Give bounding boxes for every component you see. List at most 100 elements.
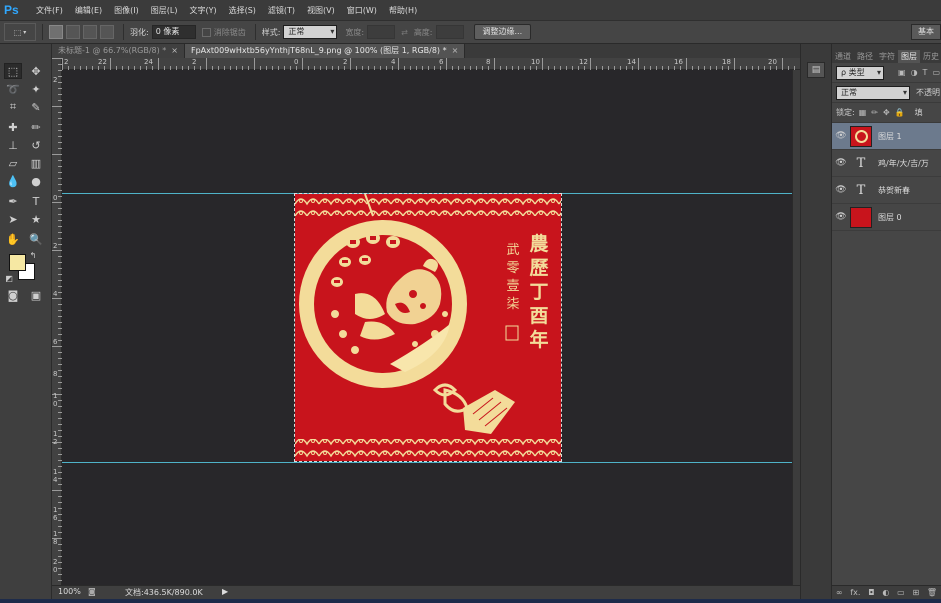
ruler-label: 8 bbox=[53, 370, 58, 378]
antialias-checkbox[interactable] bbox=[201, 27, 211, 37]
pen-tool-icon[interactable]: ✒ bbox=[4, 193, 22, 209]
ruler-label: 2 bbox=[53, 438, 58, 446]
filter-image-icon[interactable]: ▣ bbox=[898, 68, 906, 77]
artwork-side-char: 武 bbox=[506, 243, 519, 258]
history-brush-tool-icon[interactable]: ↺ bbox=[27, 137, 45, 153]
layer-row-text1[interactable]: 👁 T 鸡/年/大/吉/万 bbox=[832, 150, 941, 177]
move-tool-icon[interactable]: ✥ bbox=[27, 63, 45, 79]
new-group-icon[interactable]: ▭ bbox=[897, 588, 905, 597]
doc-tab-untitled[interactable]: 未标题-1 @ 66.7%(RGB/8) * × bbox=[52, 44, 185, 58]
horizontal-ruler[interactable]: 2 0 2 4 6 8 10 12 14 16 18 20 22 24 2 bbox=[62, 58, 800, 70]
foreground-color-swatch[interactable] bbox=[9, 254, 26, 271]
default-colors-icon[interactable]: ◩ bbox=[4, 273, 14, 283]
layer-row-layer0[interactable]: 👁 图层 0 bbox=[832, 204, 941, 231]
history-panel-icon[interactable]: ▤ bbox=[807, 62, 825, 78]
swap-dimensions-icon[interactable]: ⇄ bbox=[401, 28, 408, 37]
tab-paths[interactable]: 路径 bbox=[854, 50, 876, 63]
swap-colors-icon[interactable]: ↰ bbox=[28, 250, 38, 260]
eye-icon[interactable]: 👁 bbox=[832, 212, 850, 222]
clone-stamp-tool-icon[interactable]: ⊥ bbox=[4, 137, 22, 153]
zoom-level[interactable]: 100% bbox=[58, 587, 81, 596]
layer-row-layer1[interactable]: 👁 图层 1 bbox=[832, 123, 941, 150]
menu-edit[interactable]: 编辑(E) bbox=[75, 5, 102, 16]
blend-mode-select[interactable]: 正常 bbox=[836, 85, 910, 100]
lasso-tool-icon[interactable]: ➰ bbox=[4, 81, 22, 97]
filter-shape-icon[interactable]: ▭ bbox=[932, 68, 940, 77]
tab-character[interactable]: 字符 bbox=[876, 50, 898, 63]
style-select[interactable]: 正常 bbox=[283, 25, 338, 39]
spot-healing-tool-icon[interactable]: ✚ bbox=[4, 119, 22, 135]
menu-layer[interactable]: 图层(L) bbox=[151, 5, 178, 16]
layer-row-text2[interactable]: 👁 T 恭贺新春 bbox=[832, 177, 941, 204]
fill-label: 填 bbox=[914, 108, 923, 117]
tab-channels[interactable]: 通道 bbox=[832, 50, 854, 63]
quick-mask-icon[interactable]: ◙ bbox=[4, 287, 22, 303]
intersect-selection-button[interactable] bbox=[100, 25, 114, 39]
vertical-scrollbar[interactable] bbox=[792, 70, 800, 585]
layer-filter-select[interactable]: ρ 类型 bbox=[836, 65, 884, 80]
subtract-selection-button[interactable] bbox=[83, 25, 97, 39]
new-selection-button[interactable] bbox=[49, 25, 63, 39]
dodge-tool-icon[interactable]: ● bbox=[27, 173, 45, 189]
greeting-card-artwork: 農 歷 丁 酉 年 武 零 壹 柒 bbox=[295, 194, 561, 461]
menu-view[interactable]: 视图(V) bbox=[307, 5, 335, 16]
link-layers-icon[interactable]: ∞ bbox=[836, 588, 843, 597]
artwork-image[interactable]: 農 歷 丁 酉 年 武 零 壹 柒 bbox=[294, 193, 562, 462]
eye-icon[interactable]: 👁 bbox=[832, 131, 850, 141]
tab-history[interactable]: 历史 bbox=[920, 50, 941, 63]
eye-icon[interactable]: 👁 bbox=[832, 185, 850, 195]
guide-line-bottom[interactable] bbox=[62, 462, 792, 463]
magic-wand-tool-icon[interactable]: ✦ bbox=[27, 81, 45, 97]
filter-type-icon[interactable]: T bbox=[923, 68, 928, 77]
screen-mode-icon[interactable]: ▣ bbox=[27, 287, 45, 303]
delete-layer-icon[interactable]: 🗑 bbox=[927, 588, 937, 597]
menu-filter[interactable]: 滤镜(T) bbox=[268, 5, 295, 16]
status-menu-arrow-icon[interactable]: ▶ bbox=[222, 587, 228, 596]
path-selection-tool-icon[interactable]: ➤ bbox=[4, 211, 22, 227]
lock-all-icon[interactable]: 🔒 bbox=[895, 108, 905, 117]
menu-help[interactable]: 帮助(H) bbox=[389, 5, 417, 16]
status-options-icon[interactable]: ◙ bbox=[88, 587, 96, 596]
new-layer-icon[interactable]: ⊞ bbox=[912, 588, 919, 597]
zoom-tool-icon[interactable]: 🔍 bbox=[27, 231, 45, 247]
layer-style-icon[interactable]: fx. bbox=[850, 588, 860, 597]
close-icon[interactable]: × bbox=[171, 46, 178, 55]
workspace-switcher[interactable]: 基本 bbox=[911, 24, 941, 40]
eraser-tool-icon[interactable]: ▱ bbox=[4, 155, 22, 171]
doc-tab-png[interactable]: FpAxt009wHxtb56yYnthjT68nL_9.png @ 100% … bbox=[185, 44, 466, 58]
type-tool-icon[interactable]: T bbox=[27, 193, 45, 209]
tab-layers[interactable]: 图层 bbox=[898, 50, 920, 63]
ruler-label: 6 bbox=[53, 514, 58, 522]
eye-icon[interactable]: 👁 bbox=[832, 158, 850, 168]
ruler-label: 16 bbox=[674, 58, 683, 66]
rectangular-marquee-tool-icon[interactable]: ⬚ bbox=[4, 63, 22, 79]
eyedropper-tool-icon[interactable]: ✎ bbox=[27, 99, 45, 115]
lock-transparent-icon[interactable]: ▦ bbox=[859, 108, 867, 117]
gradient-tool-icon[interactable]: ▥ bbox=[27, 155, 45, 171]
add-mask-icon[interactable]: ◘ bbox=[868, 588, 874, 597]
width-input[interactable] bbox=[367, 25, 396, 39]
lock-position-icon[interactable]: ✥ bbox=[883, 108, 890, 117]
adjustment-layer-icon[interactable]: ◐ bbox=[882, 588, 889, 597]
ruler-label: 2 bbox=[192, 58, 197, 66]
menu-window[interactable]: 窗口(W) bbox=[347, 5, 377, 16]
lock-paint-icon[interactable]: ✏ bbox=[871, 108, 878, 117]
hand-tool-icon[interactable]: ✋ bbox=[4, 231, 22, 247]
vertical-ruler[interactable]: 2 0 2 4 6 8 1 0 1 2 1 4 1 6 1 8 2 0 bbox=[52, 58, 62, 585]
menu-file[interactable]: 文件(F) bbox=[36, 5, 63, 16]
tool-preset-picker[interactable]: ⬚ ▾ bbox=[4, 23, 36, 41]
menu-image[interactable]: 图像(I) bbox=[114, 5, 139, 16]
canvas-area[interactable]: 農 歷 丁 酉 年 武 零 壹 柒 bbox=[62, 70, 792, 585]
brush-tool-icon[interactable]: ✏ bbox=[27, 119, 45, 135]
menu-type[interactable]: 文字(Y) bbox=[189, 5, 216, 16]
height-input[interactable] bbox=[435, 25, 464, 39]
crop-tool-icon[interactable]: ⌗ bbox=[4, 99, 22, 115]
menu-select[interactable]: 选择(S) bbox=[229, 5, 256, 16]
filter-adjust-icon[interactable]: ◑ bbox=[911, 68, 918, 77]
add-to-selection-button[interactable] bbox=[66, 25, 80, 39]
blur-tool-icon[interactable]: 💧 bbox=[4, 173, 22, 189]
shape-tool-icon[interactable]: ★ bbox=[27, 211, 45, 227]
feather-input[interactable]: 0 像素 bbox=[151, 25, 196, 39]
refine-edge-button[interactable]: 调整边缘... bbox=[473, 24, 532, 40]
close-icon[interactable]: × bbox=[452, 46, 459, 55]
